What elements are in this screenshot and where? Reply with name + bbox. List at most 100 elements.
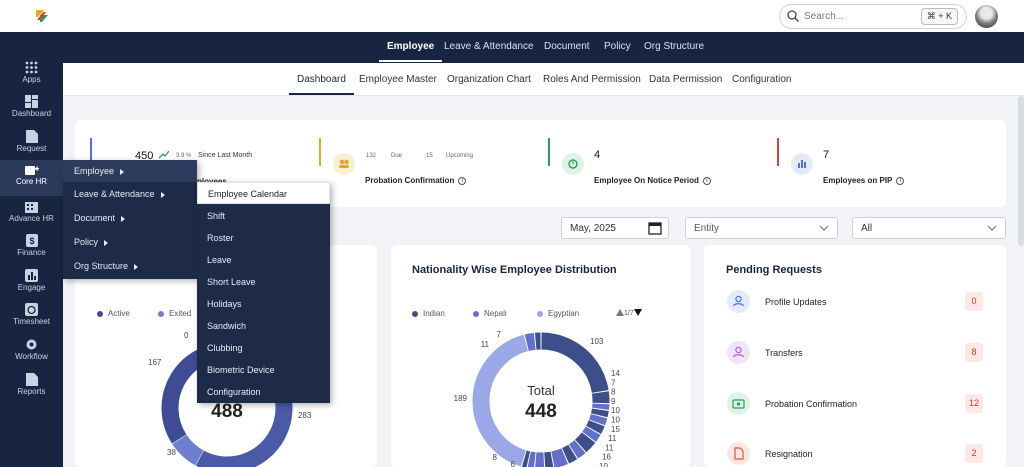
chevron-right-icon xyxy=(160,191,165,198)
donut-label: 10 xyxy=(611,406,620,415)
rail-item-request[interactable]: Request xyxy=(0,130,63,164)
search-box[interactable]: Search... ⌘ + K xyxy=(779,4,967,29)
nav-tab-document[interactable]: Document xyxy=(544,41,590,52)
pending-row-profile-updates[interactable]: Profile Updates 0 xyxy=(727,287,987,317)
donut-segment[interactable] xyxy=(172,434,204,466)
submenu-leave[interactable]: Leave xyxy=(207,255,232,265)
subtab-configuration[interactable]: Configuration xyxy=(732,74,791,85)
donut-label: 9 xyxy=(611,397,616,406)
menu-item-leave-attendance[interactable]: Leave & Attendance xyxy=(74,189,165,213)
menu-item-document[interactable]: Document xyxy=(74,213,126,237)
rail-item-workflow[interactable]: Workflow xyxy=(0,338,63,372)
donut-segment[interactable] xyxy=(521,450,531,467)
stat-accent xyxy=(319,138,321,166)
menu-label: Document xyxy=(74,213,116,223)
donut-segment[interactable] xyxy=(561,444,578,464)
side-rail: Apps Dashboard Request Core HR Advance H… xyxy=(0,32,63,467)
month-picker[interactable]: May, 2025 xyxy=(561,217,669,239)
submenu-clubbing[interactable]: Clubbing xyxy=(207,343,243,353)
nav-tab-org-structure[interactable]: Org Structure xyxy=(644,41,704,52)
subtab-dashboard[interactable]: Dashboard xyxy=(289,74,354,95)
donut-label: 103 xyxy=(590,337,604,346)
count-badge: 12 xyxy=(965,394,983,413)
donut-segment[interactable] xyxy=(544,451,554,467)
donut-label: 8 xyxy=(611,388,616,397)
subtab-organization-chart[interactable]: Organization Chart xyxy=(447,74,531,85)
donut-label: 10 xyxy=(599,462,608,467)
submenu-sandwich[interactable]: Sandwich xyxy=(207,321,246,331)
chevron-right-icon xyxy=(134,263,139,270)
donut-segment[interactable] xyxy=(568,440,586,459)
rail-label: Apps xyxy=(22,75,41,84)
donut-segment[interactable] xyxy=(589,413,608,426)
submenu-holidays[interactable]: Holidays xyxy=(207,299,242,309)
nav-tab-policy[interactable]: Policy xyxy=(604,41,631,52)
donut-segment[interactable] xyxy=(472,334,529,467)
donut-label: 167 xyxy=(148,358,162,367)
probation-icon xyxy=(333,153,355,175)
donut-segment[interactable] xyxy=(591,408,609,418)
entity-select[interactable]: Entity xyxy=(685,217,838,239)
all-select[interactable]: All xyxy=(852,217,1006,239)
trend-up-icon xyxy=(159,151,169,159)
chevron-right-icon xyxy=(121,215,126,222)
rail-label: Workflow xyxy=(15,352,48,361)
rail-item-reports[interactable]: Reports xyxy=(0,373,63,407)
submenu-short-leave[interactable]: Short Leave xyxy=(207,277,256,287)
submenu-employee-calendar[interactable]: Employee Calendar xyxy=(197,182,330,204)
count-badge: 8 xyxy=(965,343,983,362)
donut-segment[interactable] xyxy=(591,391,610,404)
rail-item-timesheet[interactable]: Timesheet xyxy=(0,303,63,337)
rail-item-core-hr[interactable]: Core HR xyxy=(0,160,63,196)
rail-item-dashboard[interactable]: Dashboard xyxy=(0,95,63,129)
rail-item-advance-hr[interactable]: Advance HR xyxy=(0,200,63,234)
transfer-user-icon xyxy=(727,341,750,364)
submenu-biometric-device[interactable]: Biometric Device xyxy=(207,365,275,375)
pending-row-transfers[interactable]: Transfers 8 xyxy=(727,338,987,368)
scrollbar[interactable] xyxy=(1018,96,1024,246)
employee-change-label: Since Last Month xyxy=(198,152,253,159)
submenu-configuration[interactable]: Configuration xyxy=(207,387,261,397)
probation-due-label: Due xyxy=(391,153,403,159)
nav-tab-employee[interactable]: Employee xyxy=(378,41,443,62)
pending-row-probation[interactable]: Probation Confirmation 12 xyxy=(727,389,987,419)
donut-label: 16 xyxy=(602,453,611,462)
menu-item-employee[interactable]: Employee xyxy=(63,160,197,182)
donut-label: 6 xyxy=(511,460,516,467)
submenu-roster[interactable]: Roster xyxy=(207,233,234,243)
info-icon[interactable]: i xyxy=(896,176,905,185)
app-logo[interactable] xyxy=(34,8,50,24)
count-badge: 0 xyxy=(965,292,983,311)
rail-label: Timesheet xyxy=(12,317,51,326)
donut-segment[interactable] xyxy=(524,332,536,352)
probation-upcoming-label: Upcoming xyxy=(446,153,474,159)
rail-item-apps[interactable]: Apps xyxy=(0,61,63,95)
avatar[interactable] xyxy=(975,5,998,28)
pending-label: Profile Updates xyxy=(765,297,827,307)
donut-segment[interactable] xyxy=(527,451,536,467)
sub-nav: Dashboard Employee Master Organization C… xyxy=(63,63,1024,96)
donut-segment[interactable] xyxy=(582,426,601,442)
subtab-employee-master[interactable]: Employee Master xyxy=(359,74,437,85)
menu-item-policy[interactable]: Policy xyxy=(74,237,109,261)
probation-label-text: Probation Confirmation xyxy=(365,176,455,185)
chart-icon xyxy=(25,269,38,282)
calendar-icon[interactable] xyxy=(648,221,662,235)
month-value: May, 2025 xyxy=(570,223,616,234)
nav-tab-leave-attendance[interactable]: Leave & Attendance xyxy=(444,41,534,52)
donut-segment[interactable] xyxy=(551,448,569,467)
pending-row-resignation[interactable]: Resignation 2 xyxy=(727,439,987,467)
menu-item-org-structure[interactable]: Org Structure xyxy=(74,261,139,285)
dollar-icon: $ xyxy=(25,234,38,247)
pip-icon xyxy=(791,153,813,175)
rail-item-finance[interactable]: $ Finance xyxy=(0,234,63,268)
rail-item-engage[interactable]: Engage xyxy=(0,269,63,303)
submenu-shift[interactable]: Shift xyxy=(207,211,225,221)
donut-segment[interactable] xyxy=(574,432,596,453)
menu-label: Leave & Attendance xyxy=(74,189,155,199)
subtab-data-permission[interactable]: Data Permission xyxy=(649,74,722,85)
info-icon[interactable]: i xyxy=(458,176,467,185)
donut-segment[interactable] xyxy=(586,419,605,434)
info-icon[interactable]: i xyxy=(702,176,711,185)
subtab-roles-permission[interactable]: Roles And Permission xyxy=(543,74,641,85)
